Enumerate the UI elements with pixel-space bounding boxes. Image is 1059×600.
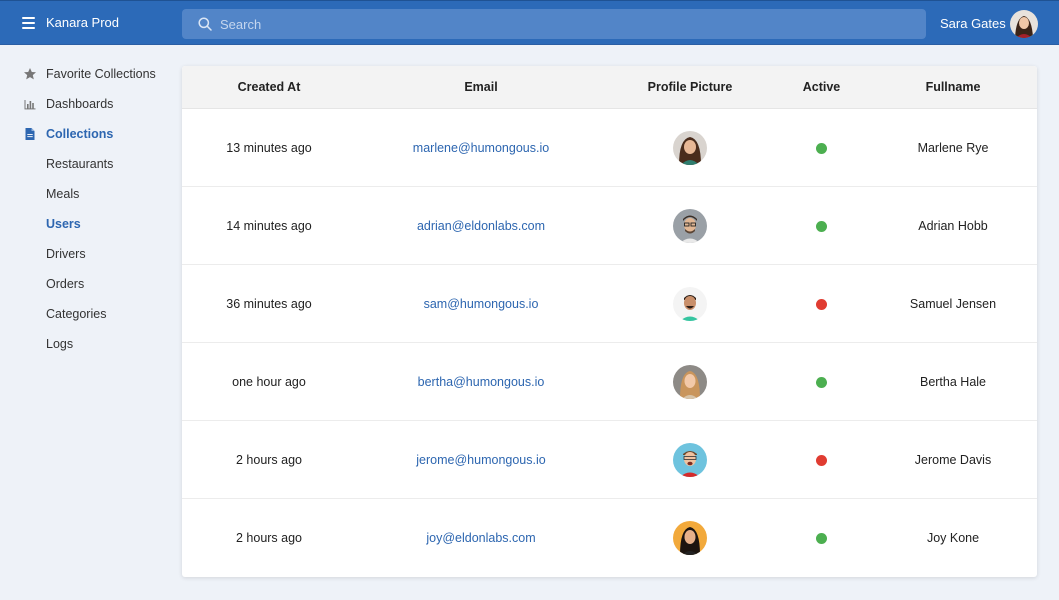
sidebar-item-categories[interactable]: Categories — [0, 300, 172, 328]
sidebar-item-label: Collections — [46, 127, 114, 141]
sidebar-item-drivers[interactable]: Drivers — [0, 240, 172, 268]
email-link[interactable]: joy@eldonlabs.com — [356, 499, 606, 577]
sidebar-item-restaurants[interactable]: Restaurants — [0, 150, 172, 178]
fullname-cell: Bertha Hale — [919, 375, 986, 389]
table-header: Created At Email Profile Picture Active … — [182, 66, 1037, 109]
email-link[interactable]: bertha@humongous.io — [356, 343, 606, 421]
created-at-cell: 13 minutes ago — [226, 141, 312, 155]
table-row[interactable]: 2 hours ago jerome@humongous.io Jerome D… — [182, 421, 1037, 499]
column-header-fullname[interactable]: Fullname — [869, 66, 1037, 109]
active-status-dot — [816, 377, 827, 388]
active-status-dot — [816, 221, 827, 232]
star-icon — [24, 68, 36, 80]
user-avatar[interactable] — [1010, 10, 1038, 38]
sidebar-item-orders[interactable]: Orders — [0, 270, 172, 298]
active-status-dot — [816, 143, 827, 154]
app-title[interactable]: Kanara Prod — [46, 15, 119, 30]
active-status-dot — [816, 533, 827, 544]
inactive-status-dot — [816, 299, 827, 310]
bar-chart-icon — [24, 100, 36, 110]
search-input[interactable] — [220, 9, 910, 39]
top-bar: Kanara Prod Sara Gates — [0, 0, 1059, 45]
users-table: Created At Email Profile Picture Active … — [182, 66, 1037, 577]
sidebar-item-label: Users — [46, 217, 81, 231]
created-at-cell: one hour ago — [232, 375, 306, 389]
profile-picture — [673, 209, 707, 243]
email-link[interactable]: jerome@humongous.io — [356, 421, 606, 499]
column-header-email[interactable]: Email — [356, 66, 606, 109]
table-row[interactable]: 14 minutes ago adrian@eldonlabs.com Adri… — [182, 187, 1037, 265]
sidebar-item-label: Drivers — [46, 247, 86, 261]
document-icon — [25, 128, 35, 140]
sidebar-item-label: Categories — [46, 307, 107, 321]
sidebar-item-collections[interactable]: Collections — [0, 120, 172, 148]
sidebar-item-label: Logs — [46, 337, 74, 351]
profile-picture — [673, 287, 707, 321]
email-link[interactable]: sam@humongous.io — [356, 265, 606, 343]
sidebar-item-logs[interactable]: Logs — [0, 330, 172, 358]
fullname-cell: Joy Kone — [926, 531, 980, 545]
column-header-active[interactable]: Active — [774, 66, 869, 109]
fullname-cell: Adrian Hobb — [918, 219, 988, 233]
table-row[interactable]: 2 hours ago joy@eldonlabs.com Joy Kone — [182, 499, 1037, 577]
profile-picture — [673, 365, 707, 399]
sidebar-item-label: Favorite Collections — [46, 67, 156, 81]
profile-picture — [673, 443, 707, 477]
fullname-cell: Jerome Davis — [914, 453, 992, 467]
inactive-status-dot — [816, 455, 827, 466]
sidebar-item-label: Restaurants — [46, 157, 114, 171]
column-header-profile-picture[interactable]: Profile Picture — [606, 66, 774, 109]
profile-picture — [673, 521, 707, 555]
table-row[interactable]: one hour ago bertha@humongous.io Bertha … — [182, 343, 1037, 421]
created-at-cell: 36 minutes ago — [226, 297, 312, 311]
fullname-cell: Marlene Rye — [917, 141, 989, 155]
sidebar-item-label: Orders — [46, 277, 85, 291]
sidebar-item-label: Meals — [46, 187, 80, 201]
email-link[interactable]: marlene@humongous.io — [356, 109, 606, 187]
email-link[interactable]: adrian@eldonlabs.com — [356, 187, 606, 265]
sidebar-item-users[interactable]: Users — [0, 210, 172, 238]
table-row[interactable]: 13 minutes ago marlene@humongous.io Marl… — [182, 109, 1037, 187]
search-icon — [198, 17, 212, 31]
sidebar-item-label: Dashboards — [46, 97, 114, 111]
hamburger-menu-icon[interactable] — [22, 14, 39, 32]
user-name[interactable]: Sara Gates — [940, 16, 1006, 31]
sidebar: Favorite Collections Dashboards Collecti… — [0, 46, 172, 600]
search-bar[interactable] — [182, 9, 926, 39]
fullname-cell: Samuel Jensen — [909, 297, 997, 311]
sidebar-item-meals[interactable]: Meals — [0, 180, 172, 208]
created-at-cell: 2 hours ago — [235, 531, 303, 545]
table-row[interactable]: 36 minutes ago sam@humongous.io Samuel J… — [182, 265, 1037, 343]
created-at-cell: 14 minutes ago — [226, 219, 312, 233]
profile-picture — [673, 131, 707, 165]
sidebar-item-dashboards[interactable]: Dashboards — [0, 90, 172, 118]
sidebar-item-favorite-collections[interactable]: Favorite Collections — [0, 60, 172, 88]
created-at-cell: 2 hours ago — [235, 453, 303, 467]
column-header-created-at[interactable]: Created At — [182, 66, 356, 109]
